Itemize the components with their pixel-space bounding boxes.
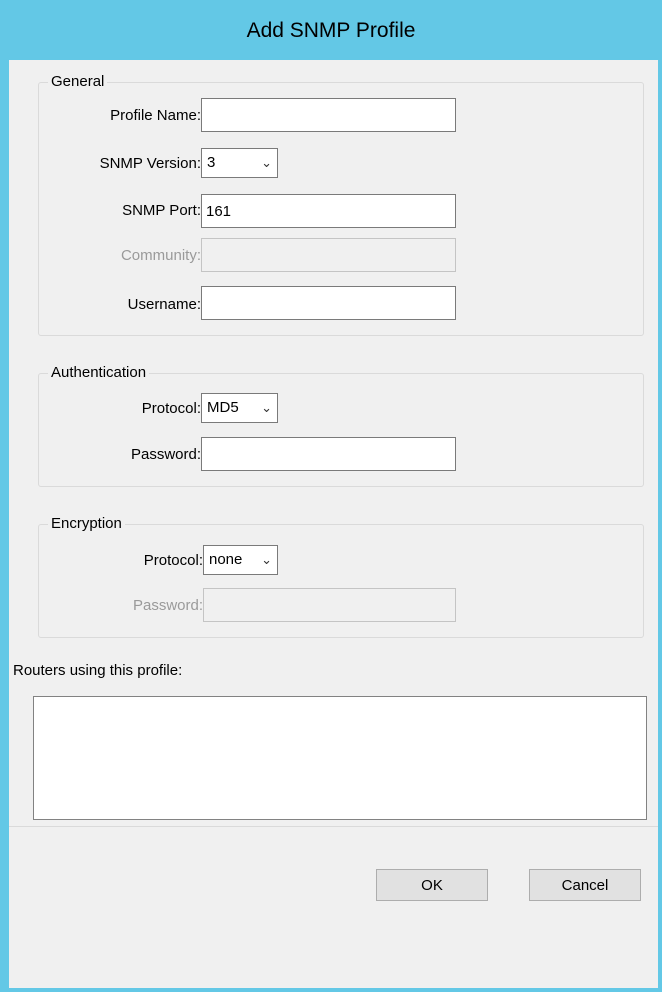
enc-password-label: Password: bbox=[132, 597, 203, 614]
snmp-port-label: SNMP Port: bbox=[122, 202, 201, 219]
snmp-version-select[interactable]: 3 ⌄ bbox=[201, 148, 278, 178]
auth-protocol-label: Protocol: bbox=[141, 400, 201, 417]
snmp-version-label: SNMP Version: bbox=[99, 155, 201, 172]
community-input[interactable] bbox=[201, 238, 456, 272]
encryption-group: Encryption Protocol: none ⌄ Password: bbox=[38, 515, 644, 638]
encryption-legend: Encryption bbox=[48, 515, 125, 533]
routers-listbox[interactable] bbox=[33, 696, 647, 820]
general-group: General Profile Name: SNMP Version: 3 ⌄ … bbox=[38, 73, 644, 336]
username-input[interactable] bbox=[201, 286, 456, 320]
add-snmp-profile-dialog: Add SNMP Profile General Profile Name: S… bbox=[0, 0, 662, 992]
profile-name-input[interactable] bbox=[201, 98, 456, 132]
cancel-button[interactable]: Cancel bbox=[529, 869, 641, 901]
profile-name-label: Profile Name: bbox=[110, 107, 201, 124]
routers-label: Routers using this profile: bbox=[13, 662, 183, 679]
general-legend: General bbox=[48, 73, 108, 91]
community-label: Community: bbox=[120, 247, 201, 264]
chevron-down-icon: ⌄ bbox=[261, 155, 272, 170]
authentication-group: Authentication Protocol: MD5 ⌄ Password: bbox=[38, 364, 644, 487]
enc-password-input[interactable] bbox=[203, 588, 456, 622]
dialog-footer: OK Cancel bbox=[9, 826, 658, 988]
auth-password-input[interactable] bbox=[201, 437, 456, 471]
auth-protocol-select[interactable]: MD5 ⌄ bbox=[201, 393, 278, 423]
auth-protocol-value: MD5 bbox=[207, 399, 239, 416]
enc-protocol-value: none bbox=[209, 551, 243, 568]
chevron-down-icon: ⌄ bbox=[261, 400, 272, 415]
snmp-port-input[interactable] bbox=[201, 194, 456, 228]
enc-protocol-label: Protocol: bbox=[143, 552, 203, 569]
snmp-version-value: 3 bbox=[207, 154, 216, 171]
authentication-legend: Authentication bbox=[48, 364, 150, 382]
dialog-title: Add SNMP Profile bbox=[0, 0, 662, 60]
chevron-down-icon: ⌄ bbox=[261, 552, 272, 567]
username-label: Username: bbox=[127, 296, 201, 313]
enc-protocol-select[interactable]: none ⌄ bbox=[203, 545, 278, 575]
ok-button[interactable]: OK bbox=[376, 869, 488, 901]
auth-password-label: Password: bbox=[130, 446, 201, 463]
